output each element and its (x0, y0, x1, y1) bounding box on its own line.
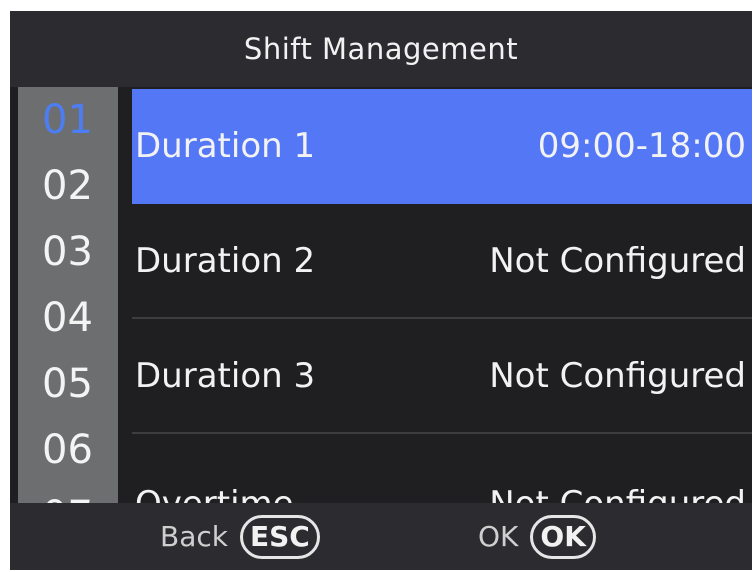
shift-number-list[interactable]: 01 02 03 04 05 06 07 (18, 87, 118, 503)
device-screen: Shift Management 01 02 03 04 05 06 07 Du… (10, 11, 752, 570)
duration-value: 09:00-18:00 (537, 125, 746, 166)
duration-row-2[interactable]: Duration 2 Not Configured (132, 204, 752, 319)
overtime-value: Not Configured (489, 484, 752, 504)
ok-key-badge: OK (530, 514, 596, 559)
duration-label: Duration 1 (135, 125, 316, 166)
duration-value: Not Configured (489, 240, 746, 281)
back-label: Back (160, 520, 228, 553)
overtime-label: Overtime (132, 484, 294, 504)
title-bar: Shift Management (10, 11, 752, 87)
ok-button[interactable]: OK OK (478, 503, 596, 570)
page-title: Shift Management (243, 32, 519, 66)
duration-row-1[interactable]: Duration 1 09:00-18:00 (132, 89, 752, 204)
overtime-row[interactable]: Overtime Not Configured (132, 447, 752, 504)
esc-key-badge: ESC (239, 514, 320, 559)
shift-item-03[interactable]: 03 (18, 229, 118, 275)
duration-value: Not Configured (489, 355, 746, 396)
back-button[interactable]: Back ESC (160, 503, 320, 570)
shift-item-01[interactable]: 01 (18, 97, 118, 143)
duration-row-3[interactable]: Duration 3 Not Configured (132, 319, 752, 434)
shift-item-04[interactable]: 04 (18, 295, 118, 341)
duration-label: Duration 3 (135, 355, 316, 396)
footer-bar: Back ESC OK OK (10, 503, 752, 570)
duration-list: Duration 1 09:00-18:00 Duration 2 Not Co… (132, 87, 752, 503)
ok-label: OK (478, 520, 519, 553)
shift-item-02[interactable]: 02 (18, 163, 118, 209)
shift-item-07[interactable]: 07 (18, 493, 118, 503)
shift-item-06[interactable]: 06 (18, 427, 118, 473)
shift-item-05[interactable]: 05 (18, 361, 118, 407)
duration-label: Duration 2 (135, 240, 316, 281)
